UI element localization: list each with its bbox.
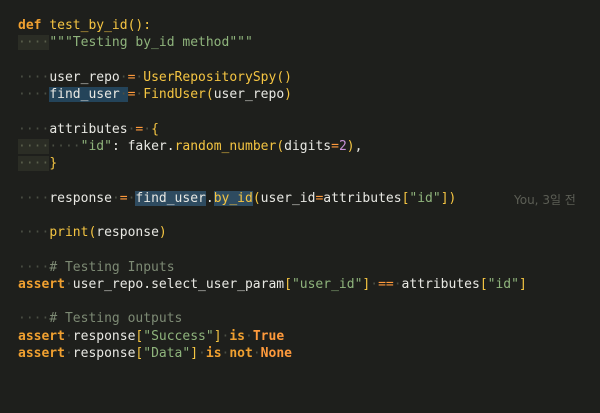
code-line-user-repo[interactable]: ····user_repo·=·UserRepositorySpy()	[18, 69, 527, 86]
code-line-def[interactable]: def test_by_id():	[18, 17, 527, 34]
code-line-blank[interactable]	[18, 241, 527, 258]
code-line-blank[interactable]	[18, 207, 527, 224]
code-line-blank[interactable]	[18, 52, 527, 69]
string-id-key: "id"	[80, 138, 112, 154]
var-attributes: attributes	[49, 121, 128, 137]
code-line-comment-outputs[interactable]: ····# Testing outputs	[18, 310, 527, 327]
code-area[interactable]: def test_by_id(): ····"""Testing by_id m…	[18, 17, 527, 362]
code-line-attributes-open[interactable]: ····attributes·=·{	[18, 121, 527, 138]
var-find-user-selected: find_user	[49, 87, 120, 102]
code-line-docstring[interactable]: ····"""Testing by_id method"""	[18, 34, 527, 51]
number-literal: 2	[338, 138, 347, 154]
code-line-assert-data[interactable]: assert·response["Data"]·is·not·None	[18, 345, 527, 362]
constant-none: None	[260, 345, 292, 361]
comment-testing-outputs: # Testing outputs	[49, 311, 183, 327]
keyword-def: def	[18, 18, 42, 33]
class-find-user: FindUser	[143, 87, 206, 102]
code-line-comment-inputs[interactable]: ····# Testing Inputs	[18, 259, 527, 276]
indent-guide: ····	[18, 35, 50, 51]
var-response: response	[49, 190, 112, 206]
builtin-print: print	[49, 225, 89, 240]
method-random-number: random_number	[174, 138, 277, 154]
code-line-attributes-id[interactable]: ········"id": faker.random_number(digits…	[18, 138, 527, 155]
var-user-repo: user_repo	[49, 69, 120, 85]
constant-true: True	[252, 328, 285, 344]
function-name: test_by_id	[49, 18, 128, 33]
code-line-find-user[interactable]: ····find_user·=·FindUser(user_repo)	[18, 86, 527, 103]
code-line-blank[interactable]	[18, 172, 527, 189]
class-user-repository-spy: UserRepositorySpy	[143, 69, 277, 85]
comment-testing-inputs: # Testing Inputs	[49, 259, 175, 275]
code-line-blank[interactable]	[18, 103, 527, 120]
git-blame-annotation: You, 3일 전	[514, 193, 576, 207]
code-editor[interactable]: def test_by_id(): ····"""Testing by_id m…	[0, 0, 600, 413]
code-line-assert-success[interactable]: assert·response["Success"]·is·True	[18, 328, 527, 345]
code-line-attributes-close[interactable]: ····}	[18, 155, 527, 172]
code-line-assert-inputs[interactable]: assert·user_repo.select_user_param["user…	[18, 276, 527, 293]
code-line-blank[interactable]	[18, 293, 527, 310]
code-line-print[interactable]: ····print(response)	[18, 224, 527, 241]
keyword-assert: assert	[18, 276, 65, 292]
code-line-response[interactable]: ····response·=·find_user.by_id(user_id=a…	[18, 190, 527, 207]
method-by-id: by_id	[213, 190, 253, 206]
docstring: """Testing by_id method"""	[49, 35, 253, 51]
var-find-user-highlight: find_user	[135, 190, 206, 206]
params: ():	[127, 18, 152, 33]
